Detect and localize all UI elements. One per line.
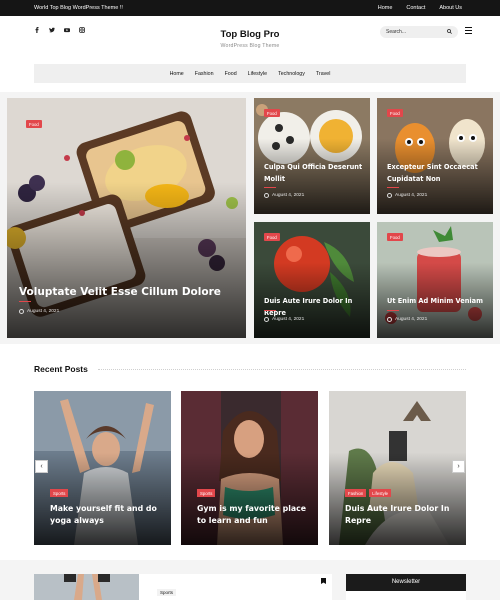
chevron-right-icon: ›: [457, 463, 460, 470]
featured-post-card[interactable]: Food Ut Enim Ad Minim Veniam August 4, 2…: [377, 222, 493, 338]
category-badge[interactable]: Food: [387, 233, 403, 241]
bottom-post-image[interactable]: [34, 574, 139, 600]
top-bar-tagline: World Top Blog WordPress Theme !!: [34, 5, 123, 11]
search-input[interactable]: Search...: [386, 29, 406, 35]
site-subtitle: WordPress Blog Theme: [220, 43, 280, 49]
post-date: August 4, 2021: [387, 193, 427, 198]
recent-post-title[interactable]: Duis Aute Irure Dolor In Repre: [345, 503, 455, 528]
nav-item-food[interactable]: Food: [225, 71, 237, 77]
featured-post-title[interactable]: Duis Aute Irure Dolor In Repre: [264, 296, 364, 319]
clock-icon: [264, 317, 269, 322]
title-underline: [19, 301, 31, 303]
nav-item-travel[interactable]: Travel: [316, 71, 331, 77]
post-date: August 4, 2021: [264, 317, 304, 322]
featured-section: Food Voluptate Velit Esse Cillum Dolore …: [0, 92, 500, 344]
top-link-about-us[interactable]: About Us: [439, 5, 462, 11]
title-underline: [387, 310, 399, 312]
newsletter-widget-title: Newsletter: [346, 574, 466, 591]
featured-post-card[interactable]: Food Culpa Qui Officia Deserunt Mollit A…: [254, 98, 370, 214]
menu-icon[interactable]: [465, 27, 472, 34]
category-badge[interactable]: Sports: [50, 489, 69, 497]
category-badge[interactable]: Food: [387, 109, 403, 117]
recent-post-title[interactable]: Gym is my favorite place to learn and fu…: [197, 503, 307, 528]
clock-icon: [387, 317, 392, 322]
post-date: August 4, 2021: [387, 317, 427, 322]
top-bar: World Top Blog WordPress Theme !! Home C…: [0, 0, 500, 16]
featured-main-post[interactable]: Food Voluptate Velit Esse Cillum Dolore …: [7, 98, 246, 338]
title-underline: [264, 310, 276, 312]
title-underline: [387, 187, 399, 189]
nav-item-fashion[interactable]: Fashion: [195, 71, 214, 77]
clock-icon: [264, 193, 269, 198]
nav-item-lifestyle[interactable]: Lifestyle: [248, 71, 267, 77]
search-box[interactable]: Search...: [380, 26, 458, 38]
post-date: August 4, 2021: [19, 309, 59, 314]
top-link-contact[interactable]: Contact: [406, 5, 425, 11]
category-badges: Fashion Lifestyle: [345, 489, 392, 497]
category-badges: Sports: [197, 489, 216, 497]
carousel-next-button[interactable]: ›: [452, 460, 465, 473]
recent-post-card[interactable]: Fashion Lifestyle Duis Aute Irure Dolor …: [329, 391, 466, 545]
featured-post-title[interactable]: Ut Enim Ad Minim Veniam: [387, 296, 487, 308]
recent-post-card[interactable]: Sports Gym is my favorite place to learn…: [181, 391, 318, 545]
recent-post-title[interactable]: Make yourself fit and do yoga always: [50, 503, 160, 528]
category-badge[interactable]: Sports: [157, 589, 177, 596]
featured-post-card[interactable]: Food Duis Aute Irure Dolor In Repre Augu…: [254, 222, 370, 338]
section-divider: [98, 369, 466, 370]
category-badge[interactable]: Food: [26, 120, 42, 128]
search-icon[interactable]: [447, 28, 452, 36]
newsletter-widget-body: [346, 591, 466, 600]
clock-icon: [387, 193, 392, 198]
category-badge[interactable]: Food: [264, 109, 280, 117]
recent-post-card[interactable]: Sports Make yourself fit and do yoga alw…: [34, 391, 171, 545]
category-badge[interactable]: Food: [264, 233, 280, 241]
category-badge[interactable]: Sports: [197, 489, 216, 497]
category-badge[interactable]: Fashion: [345, 489, 367, 497]
bookmark-icon[interactable]: [321, 578, 326, 586]
title-underline: [264, 187, 276, 189]
main-navigation: Home Fashion Food Lifestyle Technology T…: [34, 64, 466, 83]
featured-post-title[interactable]: Excepteur Sint Occaecat Cupidatat Non: [387, 162, 487, 185]
clock-icon: [19, 309, 24, 314]
top-link-home[interactable]: Home: [378, 5, 393, 11]
section-title-recent-posts: Recent Posts: [34, 364, 88, 374]
post-date: August 4, 2021: [264, 193, 304, 198]
nav-item-technology[interactable]: Technology: [278, 71, 305, 77]
bottom-post-body: Sports: [139, 574, 332, 600]
nav-item-home[interactable]: Home: [170, 71, 184, 77]
featured-main-title[interactable]: Voluptate Velit Esse Cillum Dolore: [19, 286, 239, 298]
top-bar-links: Home Contact About Us: [378, 5, 462, 11]
featured-post-title[interactable]: Culpa Qui Officia Deserunt Mollit: [264, 162, 364, 185]
featured-post-card[interactable]: Food Excepteur Sint Occaecat Cupidatat N…: [377, 98, 493, 214]
category-badge[interactable]: Lifestyle: [369, 489, 392, 497]
carousel-prev-button[interactable]: ‹: [35, 460, 48, 473]
category-badges: Sports: [50, 489, 69, 497]
chevron-left-icon: ‹: [40, 463, 43, 470]
